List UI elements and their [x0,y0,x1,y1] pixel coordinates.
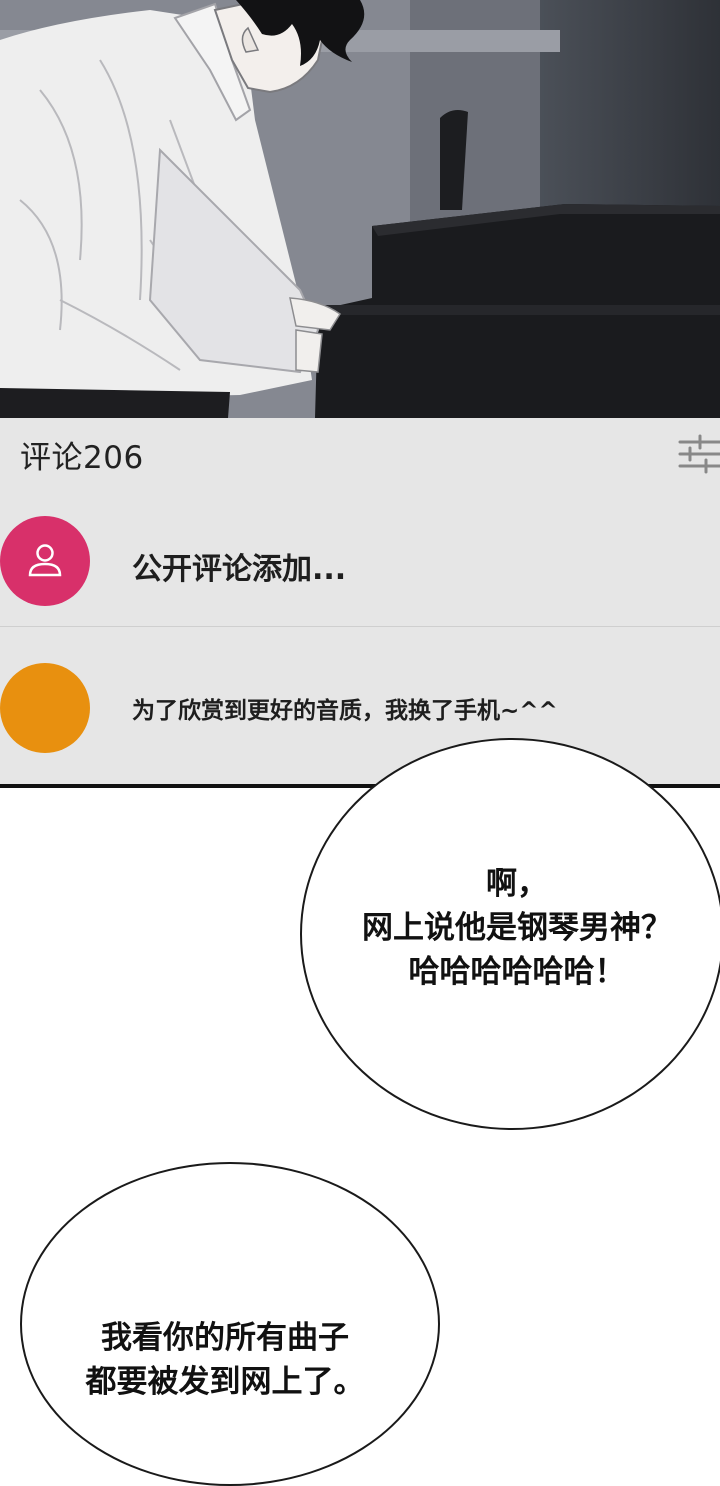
commenter-avatar [0,663,90,753]
speech-bubble: 啊， 网上说他是钢琴男神？ 哈哈哈哈哈哈！ [300,738,720,1130]
speech-bubble: 我看你的所有曲子 都要被发到网上了。 [20,1162,440,1486]
current-user-avatar [0,516,90,606]
comic-panel-piano [0,0,720,418]
speech-bubble-text: 啊， 网上说他是钢琴男神？ 哈哈哈哈哈哈！ [362,866,672,990]
comic-illustration-piano-player [0,0,720,418]
user-icon [28,544,62,577]
add-comment-input[interactable]: 公开评论添加... [132,544,346,588]
sliders-filter-icon[interactable] [676,432,720,476]
comments-count-title: 评论206 [20,440,144,476]
comments-header: 评论206 [0,418,720,490]
add-comment-row[interactable]: 公开评论添加... [0,504,720,624]
speech-bubble-text: 我看你的所有曲子 都要被发到网上了。 [85,1320,365,1400]
comments-section: 评论206 公开评论添加... 为了欣赏到更好的音质，我换了手机~^^ [0,418,720,784]
comment-text: 为了欣赏到更好的音质，我换了手机~^^ [132,698,558,724]
